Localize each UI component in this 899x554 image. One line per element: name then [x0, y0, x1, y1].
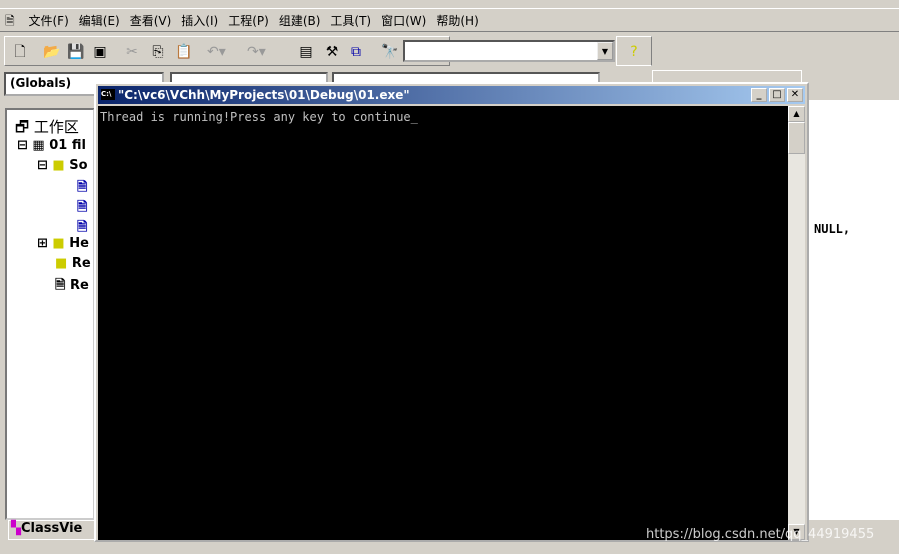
classview-icon: ▚	[11, 521, 21, 536]
folder-icon: ■	[52, 158, 65, 173]
find-combo[interactable]: ▼	[403, 40, 615, 62]
folder-node[interactable]: ⊞ ■ He	[37, 236, 89, 251]
doc-icon: 🗎	[5, 14, 15, 28]
scroll-up-button[interactable]: ▲	[788, 106, 805, 122]
menu-window[interactable]: 窗口(W)	[376, 9, 431, 32]
file-icon[interactable]: 🗎	[77, 198, 87, 220]
menu-build[interactable]: 组建(B)	[274, 9, 326, 32]
project-node[interactable]: ⊟ ▦ 01 fil	[17, 138, 86, 153]
close-button[interactable]: ✕	[787, 88, 803, 102]
redo-icon[interactable]: ↷▾	[247, 43, 266, 61]
paste-icon[interactable]: 📋	[175, 43, 193, 61]
new-file-icon[interactable]: 🗋	[11, 43, 29, 61]
editor[interactable]: NULL,	[800, 100, 899, 520]
text-file-icon: 🗎	[55, 278, 66, 293]
cut-icon[interactable]: ✂	[123, 43, 141, 61]
workspace-icon[interactable]: ▤	[297, 43, 315, 61]
watermark: https://blog.csdn.net/qq_44919455	[646, 527, 875, 542]
menu-project[interactable]: 工程(P)	[223, 9, 274, 32]
file-node[interactable]: 🗎 Re	[55, 276, 89, 298]
standard-toolbar: 🗋 📂 💾 ▣ ✂ ⎘ 📋 ↶▾ ↷▾ ▤ ⚒ ⧉ 🔭 ▼	[4, 36, 615, 66]
menu-bar: 🗎 文件(F) 编辑(E) 查看(V) 插入(I) 工程(P) 组建(B) 工具(T) 窗口(…	[0, 8, 899, 32]
workspace-pane: 🗗 工作区 ⊟ ▦ 01 fil ⊟ ■ So 🗎 🗎 🗎 ⊞ ■ He ■ R…	[5, 108, 95, 520]
vertical-scrollbar[interactable]: ▲ ▼	[788, 106, 805, 540]
save-icon[interactable]: 💾	[67, 43, 85, 61]
file-icon[interactable]: 🗎	[77, 178, 87, 200]
scroll-thumb[interactable]	[788, 122, 805, 154]
folder-icon: ■	[55, 256, 68, 271]
chevron-down-icon[interactable]: ▼	[597, 42, 613, 60]
console-icon: C:\	[101, 89, 115, 100]
cursor: _	[410, 110, 418, 124]
undo-icon[interactable]: ↶▾	[207, 43, 226, 61]
console-window: C:\ "C:\vc6\VChh\MyProjects\01\Debug\01.…	[94, 82, 809, 542]
workspace-icon: 🗗	[15, 118, 30, 136]
menu-view[interactable]: 查看(V)	[125, 9, 177, 32]
console-output[interactable]: Thread is running!Press any key to conti…	[98, 106, 788, 540]
menu-edit[interactable]: 编辑(E)	[74, 9, 125, 32]
folder-node[interactable]: ⊟ ■ So	[37, 158, 88, 173]
menu-insert[interactable]: 插入(I)	[176, 9, 223, 32]
minimize-button[interactable]: _	[751, 88, 767, 102]
console-title-bar[interactable]: C:\ "C:\vc6\VChh\MyProjects\01\Debug\01.…	[98, 86, 805, 104]
windows-icon[interactable]: ⧉	[347, 43, 365, 61]
menu-help[interactable]: 帮助(H)	[431, 9, 483, 32]
copy-icon[interactable]: ⎘	[149, 43, 167, 61]
folder-icon: ■	[52, 236, 65, 251]
maximize-button[interactable]: □	[769, 88, 785, 102]
menu-file[interactable]: 文件(F)	[23, 9, 73, 32]
tab-classview[interactable]: ▚ClassVie	[8, 520, 98, 540]
save-all-icon[interactable]: ▣	[91, 43, 109, 61]
menu-tools[interactable]: 工具(T)	[325, 9, 376, 32]
open-icon[interactable]: 📂	[43, 43, 61, 61]
find-in-files-icon[interactable]: 🔭	[381, 43, 399, 61]
folder-node[interactable]: ■ Re	[55, 256, 91, 271]
help-search-icon[interactable]: ?	[625, 43, 643, 61]
output-icon[interactable]: ⚒	[323, 43, 341, 61]
